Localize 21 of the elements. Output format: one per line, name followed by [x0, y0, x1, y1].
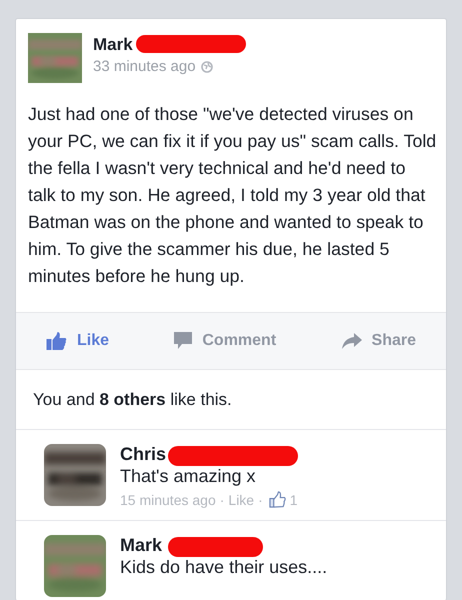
separator-dot: · — [258, 492, 263, 508]
comment-button[interactable]: Comment — [172, 328, 278, 354]
likes-summary: You and 8 others like this. — [16, 370, 446, 430]
speech-bubble-icon — [174, 332, 192, 350]
like-link[interactable]: Like — [228, 492, 254, 508]
comment-text: That's amazing x — [120, 466, 256, 487]
post-text: Just had one of those "we've detected viruses on your PC, we can fix it if you pay us" scam calls. Told the fella I wasn't very technical and he'd need to talk to my son. He agreed, I told my 3 year old that Batman was on the phone and wanted to speak to him. To give the scammer his due, he lasted 5 minutes before he hung up. — [28, 103, 438, 288]
thumbs-up-icon — [268, 491, 286, 508]
like-count: 1 — [290, 492, 298, 508]
comment-time: 15 minutes ago — [120, 492, 216, 508]
author-name[interactable]: Chris — [120, 444, 166, 465]
globe-icon — [200, 60, 213, 72]
post-time: 33 minutes ago — [93, 58, 196, 75]
separator-dot: · — [220, 492, 224, 508]
author-name[interactable]: Mark — [120, 535, 162, 556]
like-button[interactable]: Like — [44, 328, 112, 354]
share-button[interactable]: Share — [340, 328, 418, 354]
arrow-icon — [342, 333, 362, 349]
author-name[interactable]: Mark — [93, 35, 133, 55]
comment-text: Kids do have their uses.... — [120, 557, 328, 578]
thumbs-up-icon — [46, 332, 67, 350]
